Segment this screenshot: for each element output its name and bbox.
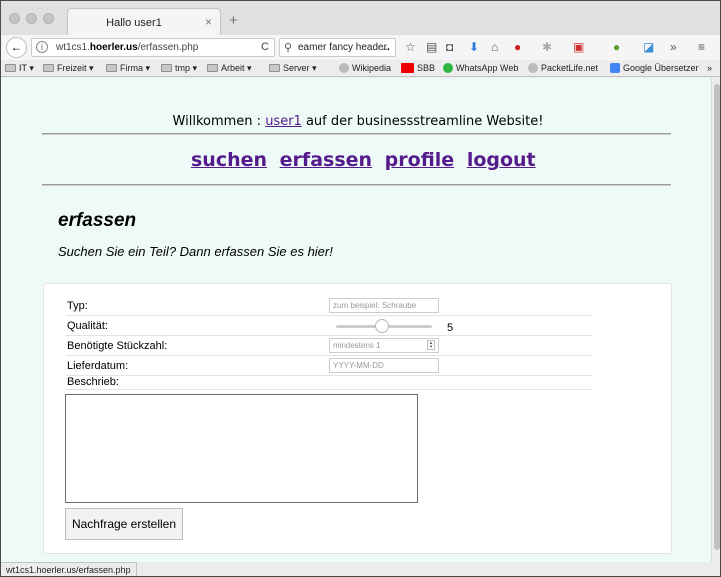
folder-icon xyxy=(43,64,54,72)
description-textarea[interactable] xyxy=(65,394,418,503)
submit-request-button[interactable]: Nachfrage erstellen xyxy=(65,508,183,540)
quantity-label: Benötigte Stückzahl: xyxy=(67,340,168,352)
address-bar[interactable]: i wt1cs1.hoerler.us/erfassen.php C xyxy=(31,38,275,57)
user-link[interactable]: user1 xyxy=(265,114,302,129)
date-input[interactable]: YYYY-MM-DD xyxy=(329,358,439,373)
google-translate-icon xyxy=(610,63,620,73)
search-go-icon[interactable]: → xyxy=(380,40,392,54)
page-subtitle: Suchen Sie ein Teil? Dann erfassen Sie e… xyxy=(58,244,333,259)
description-label: Beschrieb: xyxy=(67,376,119,388)
bookmark-google-translate[interactable]: Google Übersetzer xyxy=(610,63,699,73)
navigation-toolbar: ← i wt1cs1.hoerler.us/erfassen.php C ⚲ e… xyxy=(1,35,720,60)
whatsapp-icon xyxy=(443,63,453,73)
form-row-quantity: Benötigte Stückzahl: mindestens 1 ▴ ▾ xyxy=(66,336,592,356)
title-bar: Hallo user1 × + xyxy=(1,1,720,35)
typ-input[interactable]: zum beispiel: Schraube xyxy=(329,298,439,313)
folder-icon xyxy=(106,64,117,72)
request-form: Typ: zum beispiel: Schraube Qualität: 5 … xyxy=(43,283,672,554)
folder-icon xyxy=(269,64,280,72)
pocket-icon[interactable]: ◘ xyxy=(446,40,453,54)
form-row-typ: Typ: zum beispiel: Schraube xyxy=(66,296,592,316)
form-row-quality: Qualität: 5 xyxy=(66,316,592,336)
bookmark-star-icon[interactable]: ☆ xyxy=(405,40,416,54)
sbb-icon xyxy=(401,63,414,73)
quality-label: Qualität: xyxy=(67,320,108,332)
divider xyxy=(42,133,671,135)
menu-icon[interactable]: ≡ xyxy=(698,40,705,54)
bookmark-folder-firma[interactable]: Firma ▾ xyxy=(106,63,150,74)
reading-list-icon[interactable]: ▤ xyxy=(426,40,437,54)
search-input[interactable]: eamer fancy header xyxy=(298,42,387,53)
spinner-icon[interactable]: ▴ ▾ xyxy=(427,340,435,350)
nav-link-profile[interactable]: profile xyxy=(385,149,455,171)
bookmark-packetlife[interactable]: PacketLife.net xyxy=(528,63,598,73)
nav-link-logout[interactable]: logout xyxy=(467,149,536,171)
main-navigation: suchen erfassen profile logout xyxy=(191,149,542,171)
wikipedia-icon xyxy=(339,63,349,73)
page-content: Willkommen : user1 auf der businessstrea… xyxy=(1,78,711,562)
form-row-date: Lieferdatum: YYYY-MM-DD xyxy=(66,356,592,376)
download-icon[interactable]: ⬇ xyxy=(469,40,479,54)
bookmark-folder-server[interactable]: Server ▾ xyxy=(269,63,317,74)
bookmark-wikipedia[interactable]: Wikipedia xyxy=(339,63,391,73)
page-title: erfassen xyxy=(58,210,137,231)
adblock-icon[interactable]: ● xyxy=(514,40,521,54)
url-text: wt1cs1.hoerler.us/erfassen.php xyxy=(56,42,199,53)
home-icon[interactable]: ⌂ xyxy=(491,40,498,54)
info-icon[interactable]: i xyxy=(36,41,48,53)
tab-title: Hallo user1 xyxy=(106,17,162,29)
form-row-description: Beschrieb: xyxy=(66,376,592,390)
search-bar[interactable]: ⚲ eamer fancy header → xyxy=(279,38,396,57)
reload-icon[interactable]: C xyxy=(261,41,269,53)
browser-tab[interactable]: Hallo user1 × xyxy=(67,8,221,35)
bookmark-whatsapp[interactable]: WhatsApp Web xyxy=(443,63,518,73)
packetlife-icon xyxy=(528,63,538,73)
close-window-button[interactable] xyxy=(9,13,20,24)
bookmarks-toolbar: IT ▾ Freizeit ▾ Firma ▾ tmp ▾ Arbeit ▾ S… xyxy=(1,60,720,77)
bookmark-folder-freizeit[interactable]: Freizeit ▾ xyxy=(43,63,94,74)
quantity-stepper[interactable]: mindestens 1 ▴ ▾ xyxy=(329,338,439,353)
extension-icon[interactable]: ✱ xyxy=(542,40,552,54)
date-label: Lieferdatum: xyxy=(67,360,129,372)
minimize-window-button[interactable] xyxy=(26,13,37,24)
bookmark-sbb[interactable]: SBB xyxy=(401,63,435,73)
new-tab-button[interactable]: + xyxy=(229,12,238,29)
zoom-window-button[interactable] xyxy=(43,13,54,24)
folder-icon xyxy=(207,64,218,72)
search-icon: ⚲ xyxy=(284,42,293,54)
translate-icon[interactable]: ▣ xyxy=(573,40,584,54)
folder-icon xyxy=(5,64,16,72)
telegram-icon[interactable]: ◪ xyxy=(643,40,654,54)
bookmark-folder-arbeit[interactable]: Arbeit ▾ xyxy=(207,63,252,74)
overflow-icon[interactable]: » xyxy=(670,40,677,54)
status-extension-icon[interactable]: ● xyxy=(613,40,620,54)
quality-value: 5 xyxy=(447,322,454,334)
status-bar: wt1cs1.hoerler.us/erfassen.php xyxy=(1,562,137,576)
nav-link-erfassen[interactable]: erfassen xyxy=(280,149,372,171)
welcome-message: Willkommen : user1 auf der businessstrea… xyxy=(172,114,544,129)
bookmark-folder-tmp[interactable]: tmp ▾ xyxy=(161,63,197,74)
bookmark-folder-it[interactable]: IT ▾ xyxy=(5,63,34,74)
vertical-scrollbar[interactable] xyxy=(711,78,720,562)
back-button[interactable]: ← xyxy=(6,37,27,58)
quality-slider-thumb[interactable] xyxy=(375,319,389,333)
browser-window: Hallo user1 × + ← i wt1cs1.hoerler.us/er… xyxy=(0,0,721,577)
nav-link-suchen[interactable]: suchen xyxy=(191,149,267,171)
bookmarks-overflow-button[interactable]: » xyxy=(707,63,712,73)
folder-icon xyxy=(161,64,172,72)
typ-label: Typ: xyxy=(67,300,88,312)
scrollbar-thumb[interactable] xyxy=(714,84,720,550)
tab-close-icon[interactable]: × xyxy=(205,15,212,29)
divider xyxy=(42,184,671,186)
